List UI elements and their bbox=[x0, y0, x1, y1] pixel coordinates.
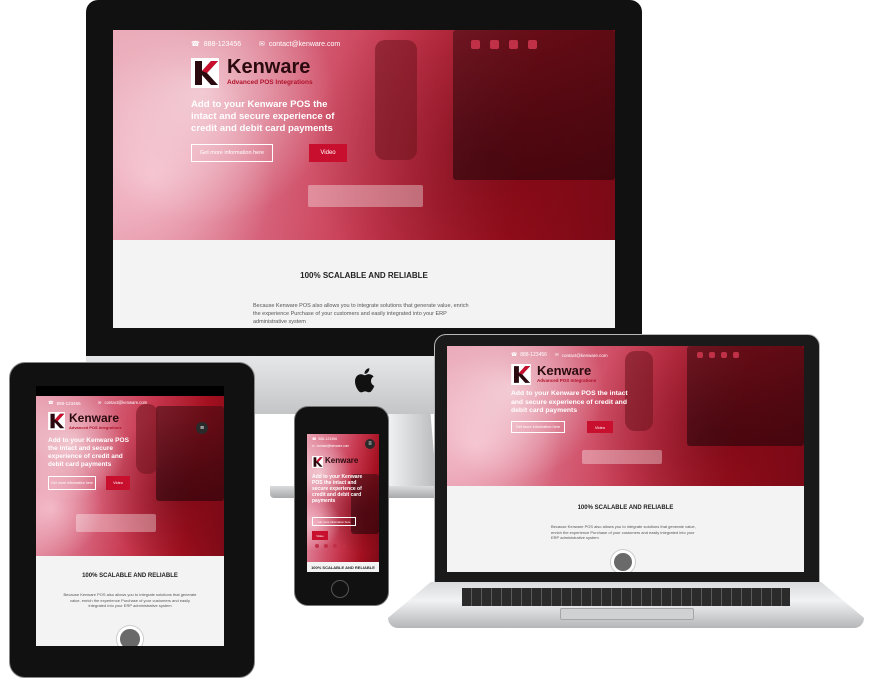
hero-headline: Add to your Kenware POS the intact and s… bbox=[48, 437, 129, 468]
features-section: 100% SCALABLE AND RELIABLE Because Kenwa… bbox=[113, 240, 615, 328]
hero-photo-keypad bbox=[582, 450, 662, 464]
facebook-icon[interactable] bbox=[697, 352, 703, 358]
phone-icon: ☎ bbox=[312, 437, 317, 441]
hero-photo-keypad bbox=[308, 185, 423, 207]
mail-icon: ✉ bbox=[555, 352, 559, 357]
section-body: Because Kenware POS also allows you to i… bbox=[253, 303, 469, 325]
menu-icon[interactable]: ≡ bbox=[365, 439, 375, 449]
feature-badge-icon bbox=[611, 550, 635, 572]
kenware-logo-icon[interactable] bbox=[511, 364, 531, 385]
phone-icon: ☎ bbox=[511, 352, 518, 358]
phone-icon: ☎ bbox=[191, 41, 200, 48]
hero-photo-terminal bbox=[687, 346, 804, 446]
phone-contact[interactable]: ☎ 888-123456 bbox=[191, 40, 241, 49]
social-links bbox=[315, 544, 346, 548]
hero-photo-keypad bbox=[76, 514, 156, 532]
facebook-icon[interactable] bbox=[471, 40, 480, 49]
mail-icon: ✉ bbox=[259, 41, 265, 48]
hero-photo-card-reader bbox=[625, 351, 653, 431]
menu-icon[interactable]: ≡ bbox=[196, 422, 208, 434]
phone-screen: ☎ 888-123456 ✉ contact@kenware.com ≡ Ken… bbox=[307, 434, 379, 572]
hero-headline: Add to your Kenware POS the intact and s… bbox=[312, 474, 363, 504]
section-title: 100% SCALABLE AND RELIABLE bbox=[300, 271, 428, 280]
section-body: Because Kenware POS also allows you to i… bbox=[551, 524, 696, 540]
hero-banner: ☎ 888-123456 ✉ contact@kenware.com Kenwa… bbox=[113, 30, 615, 240]
hero-banner: ☎ 888-123456 ✉ contact@kenware.com Kenwa… bbox=[447, 346, 804, 486]
brand-tagline: Advanced POS Integrations bbox=[227, 79, 313, 86]
kenware-logo-icon[interactable] bbox=[48, 412, 65, 430]
email-contact[interactable]: ✉ contact@kenware.com bbox=[98, 400, 147, 405]
features-section: 100% SCALABLE AND RELIABLE bbox=[307, 562, 379, 572]
tablet-status-bar bbox=[36, 386, 224, 396]
social-links bbox=[697, 352, 739, 358]
video-button[interactable]: Video bbox=[312, 531, 328, 540]
brand-tagline: Advanced POS Integrations bbox=[537, 378, 597, 383]
section-title: 100% SCALABLE AND RELIABLE bbox=[82, 573, 178, 579]
brand-name: Kenware bbox=[227, 56, 311, 78]
youtube-icon[interactable] bbox=[528, 40, 537, 49]
twitter-icon[interactable] bbox=[490, 40, 499, 49]
more-info-button[interactable]: Get more information here bbox=[312, 517, 356, 526]
google-plus-icon[interactable] bbox=[333, 544, 337, 548]
phone-contact[interactable]: ☎ 888-123456 bbox=[48, 400, 81, 406]
hero-photo-terminal bbox=[156, 406, 224, 501]
hero-photo-card-reader bbox=[136, 404, 158, 474]
video-button[interactable]: Video bbox=[309, 144, 347, 162]
video-button[interactable]: Video bbox=[587, 421, 613, 433]
phone-contact[interactable]: ☎ 888-123456 bbox=[511, 352, 547, 358]
more-info-button[interactable]: Get more information here bbox=[48, 476, 96, 490]
twitter-icon[interactable] bbox=[324, 544, 328, 548]
feature-badge-icon bbox=[117, 626, 143, 646]
email-contact[interactable]: ✉ contact@kenware.com bbox=[259, 40, 340, 49]
video-button[interactable]: Video bbox=[106, 476, 130, 490]
laptop-screen: ☎ 888-123456 ✉ contact@kenware.com Kenwa… bbox=[447, 346, 804, 572]
features-section: 100% SCALABLE AND RELIABLE Because Kenwa… bbox=[447, 486, 804, 572]
monitor-screen: ☎ 888-123456 ✉ contact@kenware.com Kenwa… bbox=[113, 30, 615, 328]
email-contact[interactable]: ✉ contact@kenware.com bbox=[312, 444, 349, 448]
youtube-icon[interactable] bbox=[342, 544, 346, 548]
phone-contact[interactable]: ☎ 888-123456 bbox=[312, 437, 337, 441]
more-info-button[interactable]: Get more information here bbox=[191, 144, 273, 162]
brand-name: Kenware bbox=[325, 456, 359, 465]
google-plus-icon[interactable] bbox=[509, 40, 518, 49]
hero-banner: ☎ 888-123456 ✉ contact@kenware.com Kenwa… bbox=[36, 396, 224, 556]
facebook-icon[interactable] bbox=[315, 544, 319, 548]
section-title: 100% SCALABLE AND RELIABLE bbox=[311, 565, 375, 570]
brand-name: Kenware bbox=[69, 411, 120, 425]
phone-home-button bbox=[331, 580, 349, 598]
laptop-trackpad bbox=[560, 608, 694, 620]
phone-icon: ☎ bbox=[48, 400, 54, 405]
email-contact[interactable]: ✉ contact@kenware.com bbox=[555, 352, 608, 358]
tablet-screen: ☎ 888-123456 ✉ contact@kenware.com Kenwa… bbox=[36, 396, 224, 646]
google-plus-icon[interactable] bbox=[721, 352, 727, 358]
mail-icon: ✉ bbox=[98, 400, 102, 405]
brand-tagline: Advanced POS Integrations bbox=[69, 425, 122, 430]
hero-headline: Add to your Kenware POS the intact and s… bbox=[511, 390, 628, 414]
section-title: 100% SCALABLE AND RELIABLE bbox=[577, 505, 674, 511]
hero-photo-card-reader bbox=[375, 40, 417, 160]
hero-headline: Add to your Kenware POS the intact and s… bbox=[191, 99, 335, 134]
laptop-keyboard bbox=[462, 588, 790, 606]
hero-photo-terminal bbox=[453, 30, 615, 180]
section-body: Because Kenware POS also allows you to i… bbox=[63, 592, 197, 608]
kenware-logo-icon[interactable] bbox=[191, 58, 219, 88]
brand-name: Kenware bbox=[537, 363, 592, 378]
apple-logo-icon bbox=[355, 368, 375, 393]
kenware-logo-icon[interactable] bbox=[312, 456, 323, 468]
twitter-icon[interactable] bbox=[709, 352, 715, 358]
mail-icon: ✉ bbox=[312, 444, 315, 448]
social-links bbox=[471, 40, 537, 49]
features-section: 100% SCALABLE AND RELIABLE Because Kenwa… bbox=[36, 556, 224, 646]
hero-banner: ☎ 888-123456 ✉ contact@kenware.com ≡ Ken… bbox=[307, 434, 379, 562]
youtube-icon[interactable] bbox=[733, 352, 739, 358]
more-info-button[interactable]: Get more information here bbox=[511, 421, 565, 433]
